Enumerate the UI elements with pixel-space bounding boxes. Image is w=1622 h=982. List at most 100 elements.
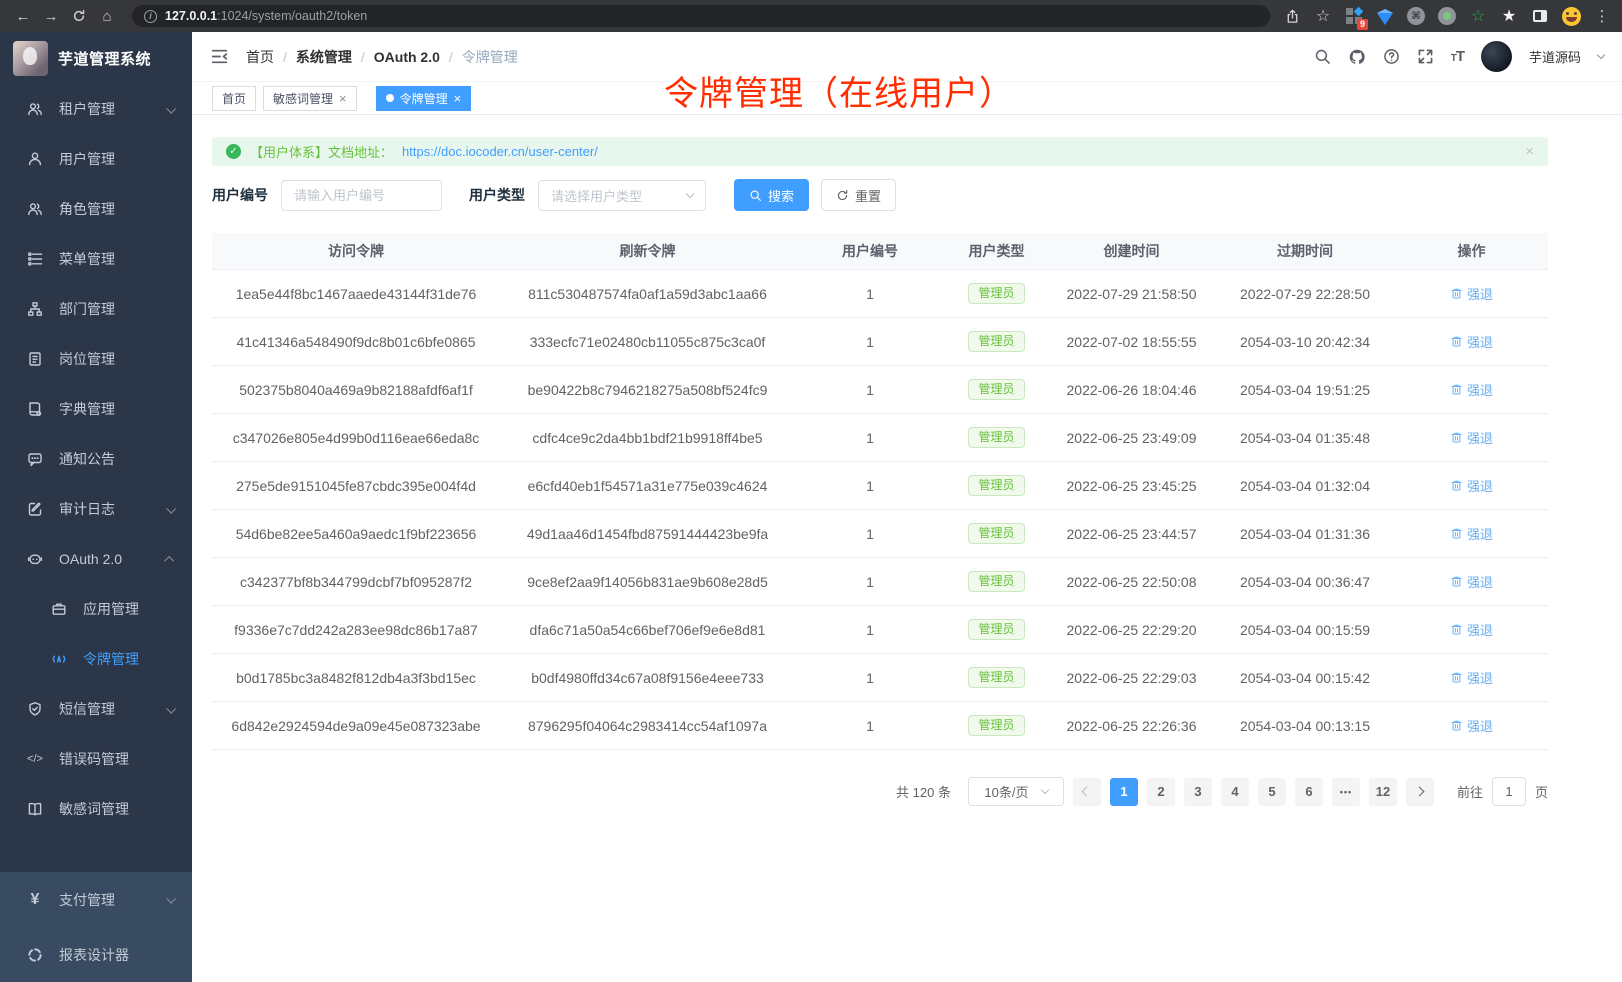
- reset-button[interactable]: 重置: [821, 179, 896, 211]
- sidebar-item-dept[interactable]: 部门管理: [0, 284, 192, 334]
- tag-token-active[interactable]: 令牌管理 ×: [376, 86, 472, 111]
- created-cell: 2022-06-25 22:50:08: [1048, 574, 1215, 590]
- sidebar-item-label: 报表设计器: [59, 945, 129, 965]
- force-logout-button[interactable]: 强退: [1450, 428, 1493, 447]
- sidebar-item-sensitive-words[interactable]: 敏感词管理: [0, 784, 192, 834]
- force-logout-button[interactable]: 强退: [1450, 716, 1493, 735]
- created-cell: 2022-06-26 18:04:46: [1048, 382, 1215, 398]
- access-token-cell: b0d1785bc3a8482f812db4a3f3bd15ec: [212, 670, 500, 686]
- extension-gem-icon[interactable]: [1375, 6, 1395, 26]
- github-icon[interactable]: [1348, 48, 1366, 66]
- force-logout-button[interactable]: 强退: [1450, 332, 1493, 351]
- sidebar-item-user[interactable]: 用户管理: [0, 134, 192, 184]
- sidebar-item-payment[interactable]: ¥ 支付管理: [0, 872, 192, 927]
- sidebar-item-role[interactable]: 角色管理: [0, 184, 192, 234]
- force-logout-button[interactable]: 强退: [1450, 572, 1493, 591]
- sidebar-item-error-code[interactable]: </> 错误码管理: [0, 734, 192, 784]
- sidebar-item-menu[interactable]: 菜单管理: [0, 234, 192, 284]
- page-button-4[interactable]: 4: [1221, 778, 1249, 806]
- extension-star-white-icon[interactable]: ★: [1499, 6, 1519, 26]
- breadcrumb-separator: /: [361, 49, 365, 65]
- sidebar-item-post[interactable]: 岗位管理: [0, 334, 192, 384]
- page-info-icon[interactable]: i: [144, 10, 157, 23]
- sidebar-item-report-designer[interactable]: 报表设计器: [0, 927, 192, 982]
- access-token-cell: 54d6be82ee5a460a9aedc1f9bf223656: [212, 526, 500, 542]
- close-icon[interactable]: ×: [1525, 143, 1534, 160]
- breadcrumb-system[interactable]: 系统管理: [296, 47, 352, 67]
- page-button-3[interactable]: 3: [1184, 778, 1212, 806]
- page-button-6[interactable]: 6: [1295, 778, 1323, 806]
- share-icon[interactable]: [1282, 6, 1302, 26]
- browser-reload-button[interactable]: [66, 4, 92, 28]
- user-icon: [26, 150, 44, 168]
- search-icon[interactable]: [1314, 48, 1331, 65]
- search-button[interactable]: 搜索: [734, 179, 809, 211]
- user-id-input[interactable]: [281, 180, 442, 211]
- sidebar-item-oauth-app[interactable]: 应用管理: [0, 584, 192, 634]
- doc-link[interactable]: https://doc.iocoder.cn/user-center/: [402, 144, 598, 159]
- created-cell: 2022-06-25 22:26:36: [1048, 718, 1215, 734]
- collapse-sidebar-icon[interactable]: [210, 47, 229, 66]
- force-logout-button[interactable]: 强退: [1450, 620, 1493, 639]
- username-label[interactable]: 芋道源码: [1529, 47, 1581, 66]
- force-logout-button[interactable]: 强退: [1450, 380, 1493, 399]
- page-button-2[interactable]: 2: [1147, 778, 1175, 806]
- tag-home[interactable]: 首页: [212, 86, 256, 111]
- address-bar[interactable]: i 127.0.0.1:1024/system/oauth2/token: [132, 5, 1270, 27]
- force-logout-button[interactable]: 强退: [1450, 284, 1493, 303]
- help-icon[interactable]: [1383, 48, 1400, 65]
- sidebar-item-oauth2[interactable]: OAuth 2.0: [0, 534, 192, 584]
- bookmark-star-icon[interactable]: ☆: [1313, 6, 1333, 26]
- sidebar-item-sms[interactable]: 短信管理: [0, 684, 192, 734]
- col-expires: 过期时间: [1215, 241, 1395, 261]
- org-tree-icon: [26, 300, 44, 318]
- browser-menu-icon[interactable]: ⋮: [1592, 6, 1612, 26]
- open-book-icon: [26, 800, 44, 818]
- refresh-token-cell: 8796295f04064c2983414cc54af1097a: [500, 718, 795, 734]
- force-logout-button[interactable]: 强退: [1450, 524, 1493, 543]
- chevron-down-icon[interactable]: [1597, 51, 1605, 59]
- next-page-button[interactable]: [1406, 778, 1434, 806]
- expires-cell: 2054-03-04 01:35:48: [1215, 430, 1395, 446]
- force-logout-button[interactable]: 强退: [1450, 668, 1493, 687]
- fullscreen-icon[interactable]: [1417, 48, 1434, 65]
- extension-grid-icon[interactable]: 9: [1344, 6, 1364, 26]
- page-size-select[interactable]: 10条/页: [968, 777, 1064, 806]
- page-ellipsis[interactable]: •••: [1332, 778, 1360, 806]
- user-type-badge: 管理员: [968, 331, 1024, 352]
- access-token-cell: 1ea5e44f8bc1467aaede43144f31de76: [212, 286, 500, 302]
- font-size-icon[interactable]: TT: [1451, 48, 1464, 65]
- browser-back-button[interactable]: ←: [10, 4, 36, 28]
- user-type-badge: 管理员: [968, 619, 1024, 640]
- user-avatar[interactable]: [1481, 41, 1512, 72]
- browser-home-button[interactable]: ⌂: [94, 4, 120, 28]
- user-type-select[interactable]: 请选择用户类型: [538, 180, 706, 211]
- force-logout-button[interactable]: 强退: [1450, 476, 1493, 495]
- tag-sensitive-words[interactable]: 敏感词管理 ×: [263, 86, 357, 111]
- extension-command-icon[interactable]: ⌘: [1406, 6, 1426, 26]
- sidebar-item-audit-log[interactable]: 审计日志: [0, 484, 192, 534]
- page-button-12[interactable]: 12: [1369, 778, 1397, 806]
- prev-page-button[interactable]: [1073, 778, 1101, 806]
- sidebar-item-label: 审计日志: [59, 499, 115, 519]
- goto-page-input[interactable]: [1492, 777, 1526, 806]
- close-icon[interactable]: ×: [454, 92, 462, 105]
- extension-record-icon[interactable]: [1437, 6, 1457, 26]
- chevron-up-icon: [164, 555, 174, 565]
- sidebar-item-token[interactable]: 令牌管理: [0, 634, 192, 684]
- total-count-label: 共 120 条: [896, 782, 951, 801]
- profile-avatar-icon[interactable]: [1561, 6, 1581, 26]
- page-button-1[interactable]: 1: [1110, 778, 1138, 806]
- page-button-5[interactable]: 5: [1258, 778, 1286, 806]
- sidebar-item-tenant[interactable]: 租户管理: [0, 84, 192, 134]
- close-icon[interactable]: ×: [339, 92, 347, 105]
- extension-star-green-icon[interactable]: ☆: [1468, 6, 1488, 26]
- user-id-cell: 1: [795, 430, 945, 446]
- browser-forward-button[interactable]: →: [38, 4, 64, 28]
- side-panel-icon[interactable]: [1530, 6, 1550, 26]
- table-row: 502375b8040a469a9b82188afdf6af1f be90422…: [212, 366, 1548, 414]
- sidebar-item-dict[interactable]: 字典管理: [0, 384, 192, 434]
- breadcrumb-home[interactable]: 首页: [246, 47, 274, 67]
- breadcrumb-oauth[interactable]: OAuth 2.0: [374, 49, 440, 65]
- sidebar-item-notice[interactable]: 通知公告: [0, 434, 192, 484]
